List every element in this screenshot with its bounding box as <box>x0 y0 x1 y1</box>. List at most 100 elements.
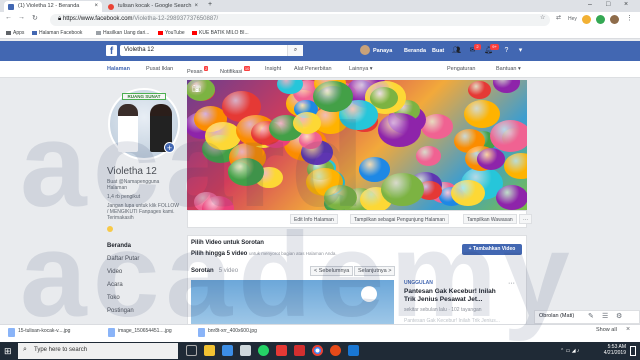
contacts-icon[interactable]: ☰ <box>602 312 608 320</box>
address-bar[interactable]: 🔒︎ https://www.facebook.com/Violetha-12-… <box>50 14 550 26</box>
app-icon[interactable] <box>276 345 287 356</box>
next-button[interactable]: Selanjutnya > <box>354 266 396 276</box>
cover-photo[interactable] <box>187 80 527 210</box>
profile-avatar-icon[interactable] <box>610 15 619 24</box>
close-tab-icon[interactable]: × <box>194 3 198 9</box>
whatsapp-icon[interactable] <box>258 345 269 356</box>
notifications-center-icon[interactable] <box>630 346 636 356</box>
star-icon[interactable]: ☆ <box>540 14 545 21</box>
video-options-icon[interactable]: ··· <box>508 280 515 287</box>
maximize-icon[interactable]: □ <box>606 1 610 8</box>
chat-status-label[interactable]: Obrolan (Mati) <box>539 313 574 319</box>
menu-kebab-icon[interactable]: ⋮ <box>626 14 633 22</box>
left-nav-acara[interactable]: Acara <box>107 282 123 288</box>
sorotan-count: 5 video <box>218 268 239 274</box>
facebook-icon <box>32 30 37 35</box>
settings-link[interactable]: Pengaturan <box>447 66 475 72</box>
browser-tab-facebook[interactable]: (1) Violetha 12 - Beranda × <box>4 1 102 12</box>
facebook-search-input[interactable]: Violetha 12 <box>120 45 303 56</box>
more-options-button[interactable]: ··· <box>519 214 532 224</box>
left-nav-video[interactable]: Video <box>107 269 122 275</box>
featured-video-title[interactable]: Pantesan Gak Kecebur! Inilah Trik Jenius… <box>404 288 504 304</box>
new-tab-icon[interactable]: + <box>208 1 212 8</box>
download-item[interactable]: bnr8t-xrr_400x600.jpg <box>198 328 257 338</box>
candy-bean <box>467 80 492 100</box>
view-insights-button[interactable]: Tampilkan Wawasan <box>463 214 517 224</box>
tab-notifikasi[interactable]: Notifikasi 10 <box>220 66 251 75</box>
show-all-downloads-link[interactable]: Show all <box>596 327 617 333</box>
nav-buat[interactable]: Buat <box>432 48 444 54</box>
back-icon[interactable]: ← <box>5 14 12 21</box>
nav-beranda[interactable]: Beranda <box>404 48 426 54</box>
tab-alat-penerbitan[interactable]: Alat Penerbitan <box>294 66 332 72</box>
file-explorer-icon[interactable] <box>204 345 215 356</box>
clock[interactable]: 5:53 AM 4/21/2019 <box>596 344 626 356</box>
dropdown-arrow-icon[interactable]: ▾ <box>516 46 525 55</box>
tab-title: (1) Violetha 12 - Beranda <box>18 3 80 9</box>
bookmark-label: YouTube <box>165 30 185 36</box>
add-video-button[interactable]: + Tambahkan Video <box>462 244 522 255</box>
forward-icon[interactable]: → <box>18 14 25 21</box>
bookmark-hasilkan-uang[interactable]: Hasilkan Uang dari... <box>96 30 149 36</box>
left-nav-beranda[interactable]: Beranda <box>107 243 131 249</box>
tab-lainnya[interactable]: Lainnya ▾ <box>349 66 373 72</box>
close-downloads-icon[interactable]: × <box>626 326 630 333</box>
sorotan-label: Sorotan 5 video <box>191 268 238 274</box>
tray-icons[interactable]: ⌃ ▭ ◢ ♪ <box>560 348 579 354</box>
sub-text: Pilih hingga 5 video <box>191 251 248 257</box>
download-item[interactable]: image_150654451....jpg <box>108 328 172 338</box>
search-placeholder: Type here to search <box>34 347 88 353</box>
help-link[interactable]: Bantuan ▾ <box>496 66 521 72</box>
user-name-link[interactable]: Panaya <box>373 48 392 54</box>
bookmark-apps[interactable]: Apps <box>6 30 24 36</box>
tab-halaman[interactable]: Halaman <box>107 66 130 72</box>
camera-icon[interactable]: 📷︎ <box>192 85 202 93</box>
minimize-icon[interactable]: – <box>588 1 592 8</box>
notifications-badge: 9+ <box>490 44 499 50</box>
edit-page-info-button[interactable]: Edit Info Halaman <box>290 214 338 224</box>
taskbar-search-input[interactable]: ⌕ Type here to search <box>18 343 178 359</box>
bookmark-label: KUE BATIK MILO BI... <box>199 30 249 36</box>
task-view-icon[interactable] <box>186 345 197 356</box>
facebook-logo-icon[interactable]: f <box>106 45 117 57</box>
translate-icon[interactable]: ⇄ <box>556 14 561 21</box>
tab-insight[interactable]: Insight <box>265 66 281 72</box>
windows-start-icon[interactable]: ⊞ <box>4 346 14 356</box>
left-nav-postingan[interactable]: Postingan <box>107 308 134 314</box>
compose-icon[interactable]: ✎ <box>588 312 594 320</box>
clock-date: 4/21/2019 <box>603 350 626 356</box>
extension-icon[interactable] <box>596 15 605 24</box>
tab-pesan[interactable]: Pesan 2 <box>187 66 209 75</box>
bookmark-kue-batik[interactable]: KUE BATIK MILO BI... <box>192 30 249 36</box>
bookmark-youtube[interactable]: YouTube <box>158 30 185 36</box>
download-item[interactable]: 15-tulisan-kocak-v....jpg <box>8 328 70 338</box>
app-icon[interactable] <box>348 345 359 356</box>
friend-requests-icon[interactable]: 👥︎ <box>452 46 461 55</box>
bookmark-halaman-facebook[interactable]: Halaman Facebook <box>32 30 82 36</box>
chat-settings-icon[interactable]: ⚙ <box>616 312 622 320</box>
app-icon[interactable] <box>330 345 341 356</box>
candy-bean <box>293 111 322 134</box>
search-icon[interactable]: ⌕ <box>287 45 303 56</box>
extension-text[interactable]: Hey <box>568 16 577 22</box>
store-icon[interactable] <box>222 345 233 356</box>
browser-tab-google[interactable]: tulisan kocak - Google Search × <box>104 1 202 12</box>
chrome-icon[interactable] <box>312 345 323 356</box>
left-nav-daftar-putar[interactable]: Daftar Putar <box>107 256 139 262</box>
page-name[interactable]: Violetha 12 <box>107 166 157 177</box>
add-photo-icon[interactable]: + <box>164 142 175 153</box>
previous-button[interactable]: < Sebelumnya <box>310 266 354 276</box>
tab-label: Pesan <box>187 68 203 75</box>
bookmark-label: Hasilkan Uang dari... <box>103 30 150 36</box>
close-tab-icon[interactable]: × <box>94 3 98 9</box>
close-window-icon[interactable]: × <box>624 1 628 8</box>
reload-icon[interactable]: ↻ <box>32 14 38 22</box>
tab-pusat-iklan[interactable]: Pusat Iklan <box>146 66 173 72</box>
extension-icon[interactable] <box>582 15 591 24</box>
powerpoint-icon[interactable] <box>294 345 305 356</box>
view-as-visitor-button[interactable]: Tampilkan sebagai Pengunjung Halaman <box>350 214 449 224</box>
left-nav-toko[interactable]: Toko <box>107 295 120 301</box>
mail-icon[interactable] <box>240 345 251 356</box>
user-avatar[interactable] <box>360 45 370 55</box>
help-icon[interactable]: ? <box>502 46 511 55</box>
